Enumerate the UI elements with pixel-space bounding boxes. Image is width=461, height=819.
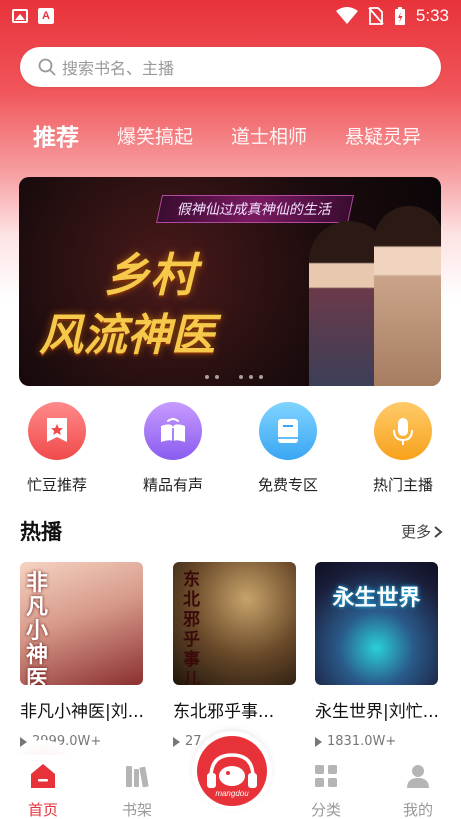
pagination-dot xyxy=(249,375,253,379)
microphone-icon xyxy=(374,402,432,460)
image-icon xyxy=(12,9,28,23)
tabbar-label: 书架 xyxy=(121,801,152,819)
tabbar-item-bookshelf[interactable]: 书架 xyxy=(107,763,167,819)
banner-pagination xyxy=(205,375,263,379)
pagination-dot xyxy=(239,375,243,379)
no-sim-icon xyxy=(368,7,384,25)
badge-star-icon xyxy=(28,402,86,460)
cover-title: 非凡小神医 xyxy=(26,571,49,686)
book-icon xyxy=(259,402,317,460)
quick-categories: 忙豆推荐 精品有声 免费专区 热门主播 xyxy=(0,402,461,502)
promo-banner[interactable]: 假神仙过成真神仙的生活 乡村 风流神医 xyxy=(19,177,441,386)
book-plays: 1831.0W+ xyxy=(315,734,445,749)
tabbar-item-profile[interactable]: 我的 xyxy=(388,763,448,819)
audio-book-icon xyxy=(144,402,202,460)
book-cover: 非凡小神医 xyxy=(20,562,143,685)
mangdou-logo: mangdou xyxy=(197,736,267,806)
pagination-dot xyxy=(215,375,219,379)
pagination-dot xyxy=(205,375,209,379)
play-count-icon xyxy=(315,736,322,747)
banner-subtitle: 假神仙过成真神仙的生活 xyxy=(156,195,354,223)
cover-title: 永生世界 xyxy=(332,586,421,611)
category-label: 精品有声 xyxy=(142,476,203,494)
category-mangdou-recommend[interactable]: 忙豆推荐 xyxy=(2,402,112,495)
tab-taoist[interactable]: 道士相师 xyxy=(231,122,307,149)
profile-icon xyxy=(407,765,429,788)
pagination-dot xyxy=(259,375,263,379)
center-play-button[interactable]: mangdou xyxy=(192,731,272,811)
bookshelf-icon xyxy=(126,766,149,788)
section-title-hot: 热播 xyxy=(20,520,62,544)
brand-text: mangdou xyxy=(215,789,249,798)
tabbar-label: 分类 xyxy=(310,801,341,819)
banner-title-line1: 乡村 xyxy=(104,248,196,302)
wifi-icon xyxy=(335,7,358,24)
category-label: 免费专区 xyxy=(257,476,318,494)
home-icon xyxy=(31,764,55,788)
book-cover: 东北邪乎事儿 xyxy=(173,562,296,685)
category-free-zone[interactable]: 免费专区 xyxy=(233,402,343,495)
tab-comedy[interactable]: 爆笑搞起 xyxy=(117,122,193,149)
play-count-icon xyxy=(173,736,180,747)
status-time: 5:33 xyxy=(415,6,449,25)
book-title: 永生世界|刘忙... xyxy=(315,702,439,722)
more-link[interactable]: 更多 xyxy=(401,521,443,542)
tabbar-label: 我的 xyxy=(402,801,433,819)
chevron-right-icon xyxy=(434,525,443,538)
headphones-icon xyxy=(207,753,257,788)
tabbar-item-category[interactable]: 分类 xyxy=(296,763,356,819)
banner-title-line2: 风流神医 xyxy=(39,310,215,361)
book-title: 东北邪乎事... xyxy=(173,702,275,722)
status-bar: A 5:33 xyxy=(0,0,461,32)
tab-recommend[interactable]: 推荐 xyxy=(33,118,79,152)
category-premium-audio[interactable]: 精品有声 xyxy=(118,402,228,495)
category-label: 热门主播 xyxy=(372,476,433,494)
tab-label: 推荐 xyxy=(33,125,79,151)
book-cover: 永生世界 xyxy=(315,562,438,685)
search-input[interactable]: 搜索书名、主播 xyxy=(20,47,441,87)
book-title: 非凡小神医|刘... xyxy=(20,702,144,722)
book-card[interactable]: 永生世界 永生世界|刘忙... 1831.0W+ xyxy=(315,562,445,749)
play-count: 1831.0W+ xyxy=(327,734,397,749)
more-label: 更多 xyxy=(400,523,431,541)
tabbar-label: 首页 xyxy=(27,801,58,819)
tab-suspense[interactable]: 悬疑灵异 xyxy=(345,122,421,149)
book-card[interactable]: 东北邪乎事儿 东北邪乎事... 27... xyxy=(173,562,303,749)
category-grid-icon xyxy=(315,765,337,787)
cover-title: 东北邪乎事儿 xyxy=(183,570,200,685)
banner-character-2 xyxy=(374,206,441,386)
tabbar-item-home[interactable]: 首页 xyxy=(13,763,73,819)
category-tabs: 推荐 爆笑搞起 道士相师 悬疑灵异 xyxy=(0,110,461,160)
search-placeholder: 搜索书名、主播 xyxy=(62,59,175,78)
category-label: 忙豆推荐 xyxy=(26,476,87,494)
a-icon: A xyxy=(38,8,54,24)
category-hot-hosts[interactable]: 热门主播 xyxy=(348,402,458,495)
battery-icon xyxy=(394,7,405,25)
book-card[interactable]: 非凡小神医 非凡小神医|刘... 2999.0W+ xyxy=(20,562,150,749)
search-icon xyxy=(38,58,56,76)
